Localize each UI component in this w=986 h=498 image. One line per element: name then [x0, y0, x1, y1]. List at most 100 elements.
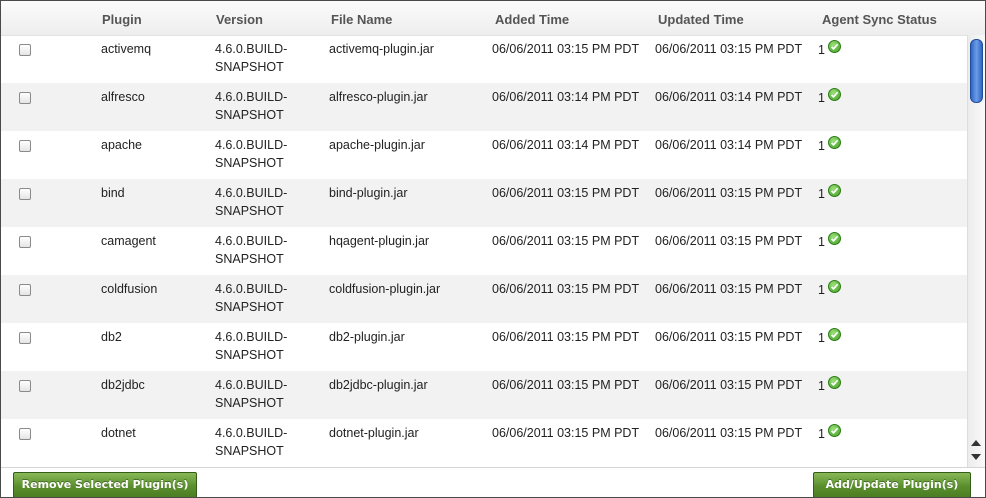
plugin-version: 4.6.0.BUILD- SNAPSHOT	[215, 40, 287, 76]
column-header-updated-time[interactable]: Updated Time	[658, 12, 744, 27]
plugin-version-line2: SNAPSHOT	[215, 156, 284, 170]
row-select-checkbox[interactable]	[19, 92, 31, 104]
plugin-file-name: alfresco-plugin.jar	[329, 90, 428, 104]
sync-count: 1	[818, 283, 825, 297]
agent-sync-status[interactable]: 1	[818, 184, 841, 203]
table-row[interactable]: db2 4.6.0.BUILD- SNAPSHOT db2-plugin.jar 06/…	[1, 323, 967, 371]
plugin-updated-time: 06/06/2011 03:14 PM PDT	[655, 90, 803, 104]
plugin-updated-time: 06/06/2011 03:15 PM PDT	[655, 330, 803, 344]
agent-sync-status[interactable]: 1	[818, 232, 841, 251]
plugin-updated-time: 06/06/2011 03:15 PM PDT	[655, 186, 803, 200]
plugin-version-line1: 4.6.0.BUILD-	[215, 186, 288, 200]
green-check-circle-icon	[827, 376, 841, 389]
green-check-circle-icon	[827, 40, 841, 53]
table-row[interactable]: camagent 4.6.0.BUILD- SNAPSHOT hqagent-plug…	[1, 227, 967, 275]
plugin-version-line2: SNAPSHOT	[215, 204, 284, 218]
table-footer: Remove Selected Plugin(s) Add/Update Plu…	[1, 467, 985, 497]
plugin-updated-time: 06/06/2011 03:15 PM PDT	[655, 378, 803, 392]
vertical-scrollbar[interactable]	[967, 35, 985, 467]
plugin-version-line1: 4.6.0.BUILD-	[215, 282, 288, 296]
plugin-name: coldfusion	[101, 282, 158, 296]
column-header-file-name[interactable]: File Name	[331, 12, 392, 27]
plugin-updated-time: 06/06/2011 03:14 PM PDT	[655, 138, 803, 152]
column-header-version[interactable]: Version	[216, 12, 263, 27]
table-row[interactable]: alfresco 4.6.0.BUILD- SNAPSHOT alfresco-plu…	[1, 83, 967, 131]
plugin-updated-time: 06/06/2011 03:15 PM PDT	[655, 282, 803, 296]
plugin-version: 4.6.0.BUILD- SNAPSHOT	[215, 184, 287, 220]
plugin-name: camagent	[101, 234, 156, 248]
plugin-version-line1: 4.6.0.BUILD-	[215, 234, 288, 248]
plugin-file-name: bind-plugin.jar	[329, 186, 408, 200]
agent-sync-status[interactable]: 1	[818, 424, 841, 443]
plugin-version-line1: 4.6.0.BUILD-	[215, 378, 288, 392]
plugin-name: activemq	[101, 42, 152, 56]
sync-count: 1	[818, 91, 825, 105]
table-row[interactable]: dotnet 4.6.0.BUILD- SNAPSHOT dotnet-plugin.…	[1, 419, 967, 467]
row-select-checkbox[interactable]	[19, 236, 31, 248]
sync-count: 1	[818, 379, 825, 393]
plugin-added-time: 06/06/2011 03:15 PM PDT	[492, 426, 640, 440]
plugin-file-name: apache-plugin.jar	[329, 138, 425, 152]
green-check-circle-icon	[827, 232, 841, 245]
row-select-checkbox[interactable]	[19, 284, 31, 296]
plugin-updated-time: 06/06/2011 03:15 PM PDT	[655, 234, 803, 248]
plugin-version: 4.6.0.BUILD- SNAPSHOT	[215, 328, 287, 364]
sync-count: 1	[818, 43, 825, 57]
plugin-version-line2: SNAPSHOT	[215, 444, 284, 458]
table-row[interactable]: activemq 4.6.0.BUILD- SNAPSHOT activemq-plu…	[1, 35, 967, 83]
table-row[interactable]: bind 4.6.0.BUILD- SNAPSHOT bind-plugin.jar 0…	[1, 179, 967, 227]
plugin-version: 4.6.0.BUILD- SNAPSHOT	[215, 376, 287, 412]
table-row[interactable]: apache 4.6.0.BUILD- SNAPSHOT apache-plugin.…	[1, 131, 967, 179]
agent-sync-status[interactable]: 1	[818, 88, 841, 107]
green-check-circle-icon	[827, 184, 841, 197]
sync-count: 1	[818, 427, 825, 441]
add-update-plugins-button[interactable]: Add/Update Plugin(s)	[813, 472, 971, 497]
plugin-added-time: 06/06/2011 03:15 PM PDT	[492, 186, 640, 200]
plugin-version-line2: SNAPSHOT	[215, 108, 284, 122]
table-row[interactable]: coldfusion 4.6.0.BUILD- SNAPSHOT coldfusion…	[1, 275, 967, 323]
plugin-name: dotnet	[101, 426, 136, 440]
green-check-circle-icon	[827, 424, 841, 437]
agent-sync-status[interactable]: 1	[818, 40, 841, 59]
agent-sync-status[interactable]: 1	[818, 136, 841, 155]
row-select-checkbox[interactable]	[19, 380, 31, 392]
table-header: Plugin Version File Name Added Time Upda…	[1, 1, 985, 36]
row-select-checkbox[interactable]	[19, 44, 31, 56]
sync-count: 1	[818, 139, 825, 153]
row-select-checkbox[interactable]	[19, 332, 31, 344]
plugin-version: 4.6.0.BUILD- SNAPSHOT	[215, 280, 287, 316]
plugin-added-time: 06/06/2011 03:15 PM PDT	[492, 378, 640, 392]
column-header-plugin[interactable]: Plugin	[102, 12, 142, 27]
agent-sync-status[interactable]: 1	[818, 280, 841, 299]
plugin-added-time: 06/06/2011 03:15 PM PDT	[492, 282, 640, 296]
plugin-version: 4.6.0.BUILD- SNAPSHOT	[215, 136, 287, 172]
column-header-added-time[interactable]: Added Time	[495, 12, 569, 27]
plugin-version-line1: 4.6.0.BUILD-	[215, 138, 288, 152]
plugin-added-time: 06/06/2011 03:14 PM PDT	[492, 138, 640, 152]
plugin-version: 4.6.0.BUILD- SNAPSHOT	[215, 88, 287, 124]
plugin-version-line1: 4.6.0.BUILD-	[215, 426, 288, 440]
scroll-up-arrow-icon[interactable]	[971, 440, 981, 446]
plugin-file-name: activemq-plugin.jar	[329, 42, 434, 56]
plugin-version-line1: 4.6.0.BUILD-	[215, 42, 288, 56]
row-select-checkbox[interactable]	[19, 188, 31, 200]
plugin-version: 4.6.0.BUILD- SNAPSHOT	[215, 424, 287, 460]
plugin-file-name: db2jdbc-plugin.jar	[329, 378, 428, 392]
plugin-name: bind	[101, 186, 125, 200]
plugin-file-name: hqagent-plugin.jar	[329, 234, 430, 248]
column-header-agent-sync-status[interactable]: Agent Sync Status	[822, 12, 937, 27]
agent-sync-status[interactable]: 1	[818, 376, 841, 395]
row-select-checkbox[interactable]	[19, 140, 31, 152]
plugin-name: db2	[101, 330, 122, 344]
agent-sync-status[interactable]: 1	[818, 328, 841, 347]
scrollbar-thumb[interactable]	[970, 39, 983, 103]
plugin-updated-time: 06/06/2011 03:15 PM PDT	[655, 426, 803, 440]
row-select-checkbox[interactable]	[19, 428, 31, 440]
remove-selected-plugins-button[interactable]: Remove Selected Plugin(s)	[13, 472, 197, 497]
plugin-name: alfresco	[101, 90, 145, 104]
plugin-updated-time: 06/06/2011 03:15 PM PDT	[655, 42, 803, 56]
plugin-file-name: coldfusion-plugin.jar	[329, 282, 441, 296]
plugin-version-line2: SNAPSHOT	[215, 348, 284, 362]
table-row[interactable]: db2jdbc 4.6.0.BUILD- SNAPSHOT db2jdbc-plugi…	[1, 371, 967, 419]
scroll-down-arrow-icon[interactable]	[971, 454, 981, 460]
